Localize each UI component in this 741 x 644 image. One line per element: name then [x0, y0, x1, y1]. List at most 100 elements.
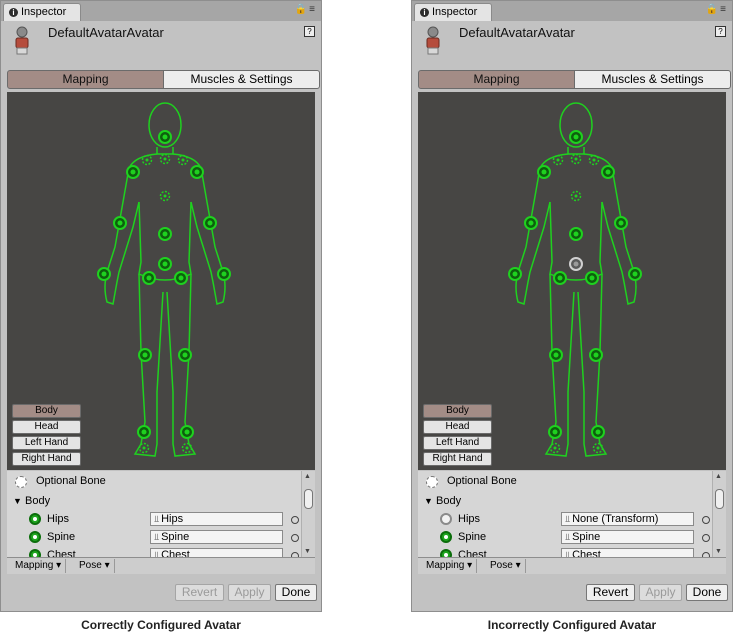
body-part-button-left-hand[interactable]: Left Hand	[12, 436, 81, 450]
scroll-down-icon[interactable]: ▼	[715, 548, 722, 555]
tab-muscles-settings[interactable]: Muscles & Settings	[163, 70, 320, 89]
help-icon[interactable]: ?	[715, 26, 726, 37]
lock-menu-icons[interactable]: 🔒≡	[295, 4, 317, 15]
revert-button[interactable]: Revert	[586, 584, 635, 601]
body-part-button-body[interactable]: Body	[423, 404, 492, 418]
scroll-thumb[interactable]	[715, 489, 724, 509]
triangle-down-icon: ▼	[13, 496, 22, 506]
inspector-panel: i Inspector 🔒≡ DefaultAvatarAvatar ? Mapp…	[411, 0, 733, 612]
bone-marker-chest[interactable]	[159, 190, 171, 202]
bone-marker-right-foot[interactable]	[591, 425, 605, 439]
bone-transform-field[interactable]: ⫫ Spine	[561, 530, 694, 544]
body-part-button-head[interactable]: Head	[12, 420, 81, 434]
bone-marker-hips[interactable]	[158, 257, 172, 271]
bone-marker-spine[interactable]	[569, 227, 583, 241]
vertical-scrollbar[interactable]: ▲ ▼	[301, 471, 315, 557]
bone-marker-neck[interactable]	[159, 153, 171, 165]
bone-marker-right-lower-leg[interactable]	[178, 348, 192, 362]
bone-marker-left-lower-arm[interactable]	[524, 216, 538, 230]
bone-value: None (Transform)	[572, 513, 659, 525]
inspector-header: DefaultAvatarAvatar ?	[1, 21, 321, 65]
bone-transform-field[interactable]: ⫫ None (Transform)	[561, 512, 694, 526]
dropdown-pose[interactable]: Pose ▾	[75, 559, 115, 573]
bone-label: Hips	[47, 513, 70, 525]
scroll-up-icon[interactable]: ▲	[304, 473, 311, 480]
scroll-thumb[interactable]	[304, 489, 313, 509]
tab-inspector[interactable]: i Inspector	[3, 3, 81, 21]
bone-value: Hips	[161, 513, 184, 525]
object-picker-icon[interactable]	[291, 534, 299, 542]
scroll-down-icon[interactable]: ▼	[304, 548, 311, 555]
bone-marker-left-lower-leg[interactable]	[138, 348, 152, 362]
tab-muscles-settings[interactable]: Muscles & Settings	[574, 70, 731, 89]
bone-marker-left-hand[interactable]	[508, 267, 522, 281]
object-picker-icon[interactable]	[702, 534, 710, 542]
bone-transform-field[interactable]: ⫫ Hips	[150, 512, 283, 526]
bone-marker-head[interactable]	[158, 130, 172, 144]
body-part-button-right-hand[interactable]: Right Hand	[423, 452, 492, 466]
body-part-button-body[interactable]: Body	[12, 404, 81, 418]
bone-marker-right-lower-arm[interactable]	[614, 216, 628, 230]
inspector-header: DefaultAvatarAvatar ?	[412, 21, 732, 65]
revert-button[interactable]: Revert	[175, 584, 224, 601]
body-part-button-head[interactable]: Head	[423, 420, 492, 434]
bone-transform-field[interactable]: ⫫ Chest	[150, 548, 283, 557]
bone-marker-left-foot[interactable]	[548, 425, 562, 439]
bone-marker-right-foot[interactable]	[180, 425, 194, 439]
avatar-icon	[426, 26, 440, 55]
bone-transform-field[interactable]: ⫫ Spine	[150, 530, 283, 544]
bone-marker-left-foot[interactable]	[137, 425, 151, 439]
bone-marker-left-lower-leg[interactable]	[549, 348, 563, 362]
bone-marker-left-lower-arm[interactable]	[113, 216, 127, 230]
tab-inspector[interactable]: i Inspector	[414, 3, 492, 21]
bone-marker-head[interactable]	[569, 130, 583, 144]
group-header[interactable]: ▼ Body	[418, 493, 710, 511]
scroll-up-icon[interactable]: ▲	[715, 473, 722, 480]
vertical-scrollbar[interactable]: ▲ ▼	[712, 471, 726, 557]
bone-marker-right-upper-leg[interactable]	[585, 271, 599, 285]
bone-marker-right-upper-arm[interactable]	[601, 165, 615, 179]
info-icon: i	[420, 8, 429, 17]
bone-marker-chest[interactable]	[570, 190, 582, 202]
help-icon[interactable]: ?	[304, 26, 315, 37]
bone-marker-left-upper-leg[interactable]	[553, 271, 567, 285]
bone-marker-right-lower-leg[interactable]	[589, 348, 603, 362]
tab-mapping[interactable]: Mapping	[418, 70, 575, 89]
bone-marker-left-upper-arm[interactable]	[126, 165, 140, 179]
bone-marker-right-upper-leg[interactable]	[174, 271, 188, 285]
apply-button[interactable]: Apply	[639, 584, 682, 601]
tab-mapping[interactable]: Mapping	[7, 70, 164, 89]
bone-marker-right-hand[interactable]	[628, 267, 642, 281]
bone-marker-left-hand[interactable]	[97, 267, 111, 281]
apply-button[interactable]: Apply	[228, 584, 271, 601]
dropdown-mapping[interactable]: Mapping ▾	[11, 559, 67, 573]
body-part-button-left-hand[interactable]: Left Hand	[423, 436, 492, 450]
bone-marker-right-upper-arm[interactable]	[190, 165, 204, 179]
dropdown-mapping[interactable]: Mapping ▾	[422, 559, 478, 573]
bone-marker-left-upper-arm[interactable]	[537, 165, 551, 179]
bone-transform-field[interactable]: ⫫ Chest	[561, 548, 694, 557]
triangle-down-icon: ▼	[424, 496, 433, 506]
optional-bone-row: Optional Bone	[7, 473, 299, 491]
body-part-button-right-hand[interactable]: Right Hand	[12, 452, 81, 466]
bone-icon: ⫫	[154, 514, 160, 524]
bone-label: Spine	[47, 531, 76, 543]
bone-marker-hips[interactable]	[569, 257, 583, 271]
group-header[interactable]: ▼ Body	[7, 493, 299, 511]
done-button[interactable]: Done	[686, 584, 728, 601]
bone-marker-neck[interactable]	[570, 153, 582, 165]
lock-menu-icons[interactable]: 🔒≡	[706, 4, 728, 15]
bone-marker-left-upper-leg[interactable]	[142, 271, 156, 285]
bone-value: Chest	[572, 549, 601, 557]
bone-status-icon	[440, 549, 452, 557]
dropdown-pose[interactable]: Pose ▾	[486, 559, 526, 573]
optional-bone-icon	[15, 476, 27, 488]
object-picker-icon[interactable]	[702, 516, 710, 524]
bone-icon: ⫫	[154, 550, 160, 557]
bone-marker-right-hand[interactable]	[217, 267, 231, 281]
bone-marker-right-lower-arm[interactable]	[203, 216, 217, 230]
object-picker-icon[interactable]	[291, 516, 299, 524]
bone-marker-spine[interactable]	[158, 227, 172, 241]
bone-icon: ⫫	[565, 532, 571, 542]
done-button[interactable]: Done	[275, 584, 317, 601]
